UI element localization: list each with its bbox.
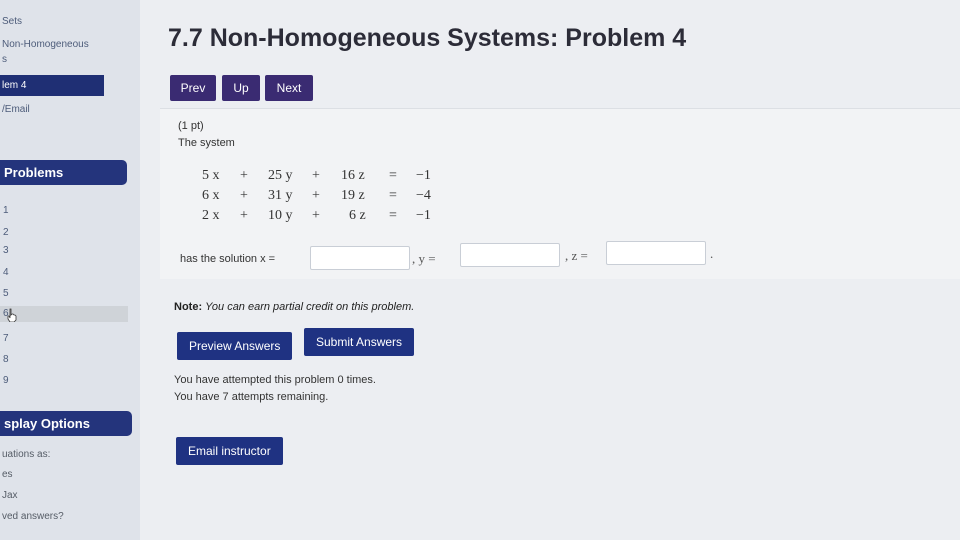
problem-link-8[interactable]: 8 <box>3 354 9 365</box>
note-label: Note: <box>174 301 203 313</box>
problem-link-7[interactable]: 7 <box>3 333 9 344</box>
sidebar-current-problem[interactable]: lem 4 <box>0 75 104 96</box>
main-content: 7.7 Non-Homogeneous Systems: Problem 4 P… <box>140 0 960 540</box>
problem-points: (1 pt) <box>178 120 204 132</box>
problem-link-3[interactable]: 3 <box>3 245 9 256</box>
preview-answers-button[interactable]: Preview Answers <box>177 332 293 360</box>
display-option-equations: uations as: <box>2 449 51 460</box>
sidebar-link-set[interactable]: Non-Homogeneous <box>2 39 89 50</box>
submit-answers-button[interactable]: Submit Answers <box>304 328 415 356</box>
display-option-images[interactable]: es <box>2 469 13 480</box>
attempts-remaining: You have 7 attempts remaining. <box>174 391 329 403</box>
hand-cursor-icon <box>7 308 17 322</box>
solution-prompt: has the solution x = <box>180 253 276 265</box>
end-period: . <box>710 246 714 261</box>
next-button[interactable]: Next <box>265 75 313 101</box>
display-option-saved-answers: ved answers? <box>2 511 64 522</box>
attempts-count: You have attempted this problem 0 times. <box>174 374 376 386</box>
sidebar-link-set-cont[interactable]: s <box>2 54 7 65</box>
answer-x-input[interactable] <box>310 246 410 270</box>
problem-link-4[interactable]: 4 <box>3 267 9 278</box>
y-label: , y = <box>412 251 436 266</box>
page-title: 7.7 Non-Homogeneous Systems: Problem 4 <box>168 24 687 52</box>
answer-y-input[interactable] <box>460 243 560 267</box>
partial-credit-note: Note: You can earn partial credit on thi… <box>174 301 414 313</box>
sidebar-link-email[interactable]: /Email <box>2 104 30 115</box>
note-text: You can earn partial credit on this prob… <box>205 301 415 313</box>
answer-z-input[interactable] <box>606 241 706 265</box>
z-label: , z = <box>565 248 588 263</box>
problem-link-5[interactable]: 5 <box>3 288 9 299</box>
email-instructor-button[interactable]: Email instructor <box>176 437 283 465</box>
prev-button[interactable]: Prev <box>170 75 216 101</box>
display-option-mathjax[interactable]: Jax <box>2 490 18 501</box>
display-options-heading: splay Options <box>0 411 132 436</box>
problem-link-1[interactable]: 1 <box>3 205 9 216</box>
problem-link-6[interactable]: 6 <box>0 306 128 322</box>
problems-heading: Problems <box>0 160 127 185</box>
problem-link-2[interactable]: 2 <box>3 227 9 238</box>
sidebar: Sets Non-Homogeneous s lem 4 /Email Prob… <box>0 0 141 540</box>
up-button[interactable]: Up <box>222 75 260 101</box>
problem-intro: The system <box>178 137 235 149</box>
sidebar-link-sets[interactable]: Sets <box>2 16 22 27</box>
problem-link-9[interactable]: 9 <box>3 375 9 386</box>
